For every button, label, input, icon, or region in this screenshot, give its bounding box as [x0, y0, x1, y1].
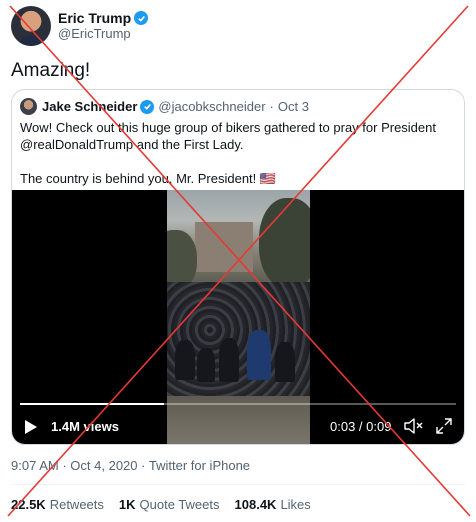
retweets-stat[interactable]: 22.5K Retweets	[11, 497, 104, 512]
video-progress-fill	[20, 403, 164, 405]
muted-speaker-icon[interactable]	[403, 417, 423, 440]
likes-stat[interactable]: 108.4K Likes	[235, 497, 311, 512]
quote-tweets-stat[interactable]: 1K Quote Tweets	[119, 497, 220, 512]
meta-separator: ·	[62, 458, 67, 473]
avatar[interactable]	[11, 6, 51, 46]
quoted-tweet-card[interactable]: Jake Schneider @jacobkschneider · Oct 3 …	[11, 89, 465, 445]
quote-separator: ·	[269, 99, 274, 114]
tweet-header: Eric Trump @EricTrump	[11, 6, 149, 46]
quote-text-line1: Wow! Check out this huge group of bikers…	[20, 120, 436, 152]
verified-badge-icon	[140, 99, 155, 114]
retweets-count: 22.5K	[11, 497, 46, 512]
video-time: 0:03 / 0:09	[330, 419, 392, 434]
quote-author-handle[interactable]: @jacobkschneider	[158, 99, 265, 114]
fullscreen-icon[interactable]	[435, 417, 453, 440]
tweet-text: Amazing!	[11, 60, 91, 81]
quote-text-line2: The country is behind you, Mr. President…	[20, 171, 277, 186]
quote-tweets-count: 1K	[118, 497, 136, 512]
author-name-row: Eric Trump	[58, 10, 149, 26]
author-handle[interactable]: @EricTrump	[58, 26, 148, 42]
likes-count: 108.4K	[234, 497, 277, 512]
retweets-label: Retweets	[49, 497, 104, 512]
meta-separator: ·	[141, 458, 146, 473]
play-icon[interactable]	[24, 419, 38, 440]
tweet-stats: 22.5K Retweets 1K Quote Tweets 108.4K Likes	[11, 497, 311, 512]
quote-date[interactable]: Oct 3	[278, 99, 309, 114]
tweet-meta: 9:07 AM · Oct 4, 2020 · Twitter for iPho…	[11, 458, 250, 473]
author-block: Eric Trump @EricTrump	[58, 10, 149, 42]
video-player[interactable]: 1.4M views 0:03 / 0:09	[12, 190, 464, 444]
tweet-time[interactable]: 9:07 AM	[11, 458, 59, 473]
tweet-date[interactable]: Oct 4, 2020	[70, 458, 137, 473]
video-frame	[167, 190, 310, 444]
author-name[interactable]: Eric Trump	[58, 10, 131, 26]
quote-header: Jake Schneider @jacobkschneider · Oct 3	[20, 98, 309, 115]
video-progress-bar[interactable]	[20, 403, 456, 405]
tweet-source[interactable]: Twitter for iPhone	[149, 458, 250, 473]
quote-avatar[interactable]	[20, 98, 37, 115]
quote-author-name[interactable]: Jake Schneider	[42, 99, 137, 114]
verified-badge-icon	[134, 11, 149, 25]
divider	[11, 484, 465, 485]
video-view-count: 1.4M views	[51, 419, 119, 434]
quote-tweets-label: Quote Tweets	[139, 497, 220, 512]
likes-label: Likes	[280, 497, 311, 512]
